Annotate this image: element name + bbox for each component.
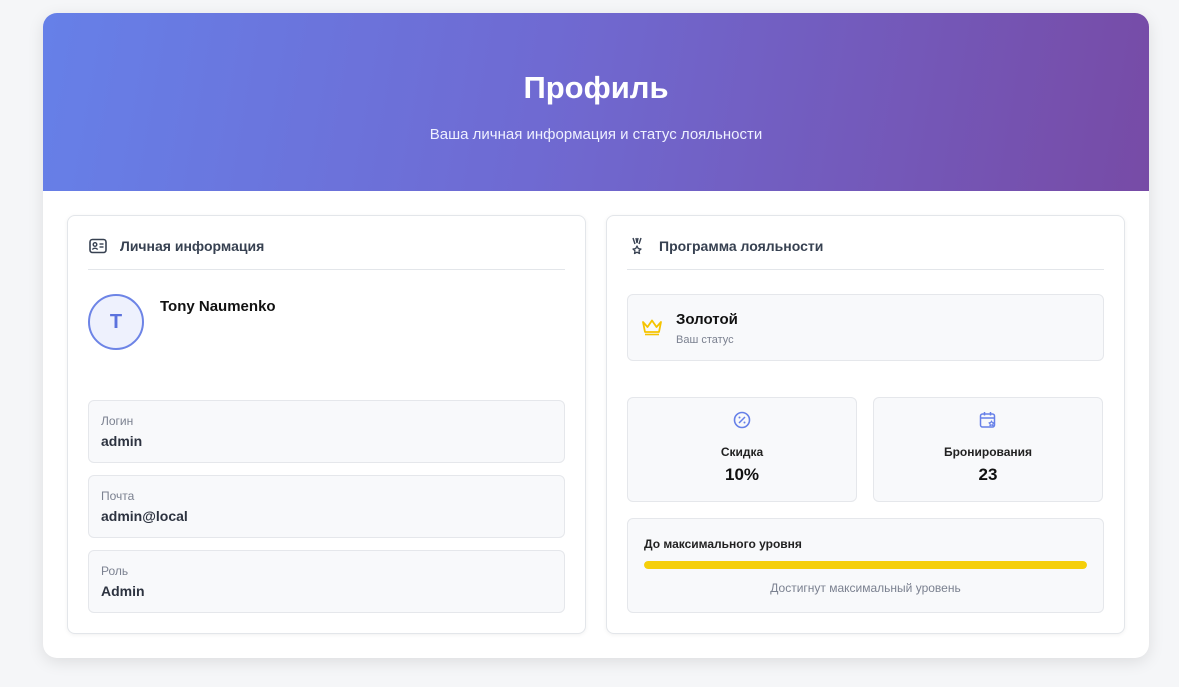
- bookings-stat: Бронирования 23: [873, 397, 1103, 502]
- loyalty-header: Программа лояльности: [627, 236, 1104, 270]
- login-field: Логин admin: [88, 400, 565, 463]
- percent-icon: [628, 411, 856, 429]
- id-card-icon: [88, 236, 108, 256]
- profile-card: Профиль Ваша личная информация и статус …: [43, 13, 1149, 658]
- role-value: Admin: [101, 583, 145, 599]
- crown-icon: [641, 318, 663, 341]
- role-label: Роль: [101, 564, 129, 578]
- level-progress-card: До максимального уровня Достигнут максим…: [627, 518, 1104, 613]
- loyalty-status-name: Золотой: [676, 311, 738, 328]
- email-label: Почта: [101, 489, 135, 503]
- role-field: Роль Admin: [88, 550, 565, 613]
- progress-fill: [644, 561, 1087, 569]
- page-subtitle: Ваша личная информация и статус лояльнос…: [429, 126, 763, 143]
- personal-info-title: Личная информация: [120, 238, 265, 254]
- email-field: Почта admin@local: [88, 475, 565, 538]
- personal-info-header: Личная информация: [88, 236, 565, 270]
- discount-stat: Скидка 10%: [627, 397, 857, 502]
- bookings-label: Бронирования: [943, 445, 1033, 459]
- calendar-star-icon: [874, 411, 1102, 429]
- progress-label: До максимального уровня: [644, 537, 802, 551]
- discount-label: Скидка: [720, 445, 764, 459]
- login-label: Логин: [101, 414, 134, 428]
- profile-header: Профиль Ваша личная информация и статус …: [43, 13, 1149, 191]
- medal-icon: [627, 236, 647, 256]
- loyalty-status-card: Золотой Ваш статус: [627, 294, 1104, 361]
- personal-info-panel: Личная информация T Tony Naumenko Логин …: [67, 215, 586, 634]
- progress-track: [644, 561, 1087, 569]
- page-title: Профиль: [523, 70, 669, 105]
- loyalty-status-caption: Ваш статус: [676, 334, 734, 346]
- login-value: admin: [101, 433, 143, 449]
- avatar: T: [88, 294, 144, 350]
- progress-note: Достигнут максимальный уровень: [770, 581, 961, 595]
- discount-value: 10%: [724, 465, 760, 484]
- loyalty-title: Программа лояльности: [659, 238, 824, 254]
- loyalty-panel: Программа лояльности Золотой Ваш статус: [606, 215, 1125, 634]
- bookings-value: 23: [978, 465, 998, 484]
- email-value: admin@local: [101, 508, 188, 524]
- user-name: Tony Naumenko: [160, 298, 276, 315]
